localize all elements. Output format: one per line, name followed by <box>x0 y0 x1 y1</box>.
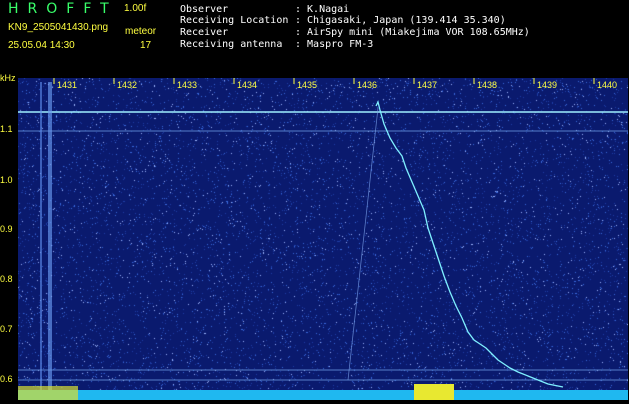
location-label: Receiving Location <box>180 15 289 26</box>
mode-label: meteor <box>125 26 157 37</box>
x-tick-label: 1432 <box>117 80 138 90</box>
faint-trace <box>347 107 379 381</box>
y-unit-label: kHz <box>0 73 16 83</box>
spectrogram-overlay <box>18 78 628 400</box>
y-tick-label: 0.6 <box>0 374 13 384</box>
x-tick-label: 1439 <box>537 80 558 90</box>
power-burst <box>18 386 78 400</box>
y-tick-label: 1.0 <box>0 175 13 185</box>
x-tick-label: 1436 <box>357 80 378 90</box>
datetime-label: 25.05.04 14:30 <box>8 40 75 51</box>
y-tick-label: 0.9 <box>0 224 13 234</box>
spectrogram-plot[interactable] <box>18 78 628 400</box>
power-strip <box>18 390 628 400</box>
app-title: HROFFT <box>8 1 118 17</box>
x-tick-label: 1434 <box>237 80 258 90</box>
app-version: 1.00f <box>124 3 147 14</box>
interference-band <box>48 82 52 400</box>
meteor-trace <box>375 100 564 388</box>
y-tick-label: 0.7 <box>0 324 13 334</box>
receiver-value: : AirSpy mini (Miakejima VOR 108.65MHz) <box>295 27 530 38</box>
count-label: 17 <box>140 40 152 51</box>
x-tick-label: 1438 <box>477 80 498 90</box>
receiver-label: Receiver <box>180 27 229 38</box>
file-name: KN9_2505041430.png <box>8 22 109 33</box>
x-tick-label: 1431 <box>57 80 78 90</box>
location-value: : Chigasaki, Japan (139.414 35.340) <box>295 15 506 26</box>
antenna-value: : Maspro FM-3 <box>295 39 374 50</box>
x-tick-label: 1435 <box>297 80 318 90</box>
y-tick-label: 0.8 <box>0 274 13 284</box>
x-tick-label: 1440 <box>597 80 618 90</box>
antenna-label: Receiving antenna <box>180 39 283 50</box>
x-tick-label: 1437 <box>417 80 438 90</box>
power-burst <box>414 384 454 400</box>
interference-band <box>40 82 42 400</box>
x-tick-label: 1433 <box>177 80 198 90</box>
header-panel: HROFFT 1.00f KN9_2505041430.png meteor 2… <box>0 0 629 78</box>
y-tick-label: 1.1 <box>0 124 13 134</box>
